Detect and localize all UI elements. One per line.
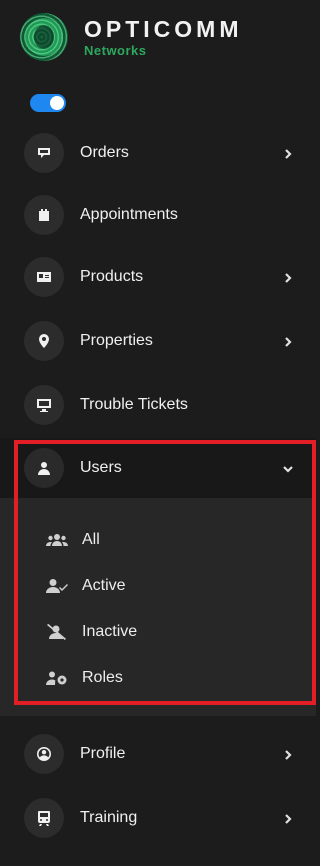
user-slash-icon bbox=[46, 623, 68, 640]
sidebar-nav: OPTICOMM Networks Orders Appointments Pr… bbox=[0, 0, 316, 866]
submenu-item-inactive[interactable]: Inactive bbox=[0, 610, 316, 654]
sidebar-item-label: Users bbox=[80, 459, 122, 476]
chevron-right-icon bbox=[282, 748, 294, 760]
id-card-icon bbox=[24, 257, 64, 297]
opticomm-logo-icon bbox=[20, 13, 68, 61]
users-group-icon bbox=[46, 532, 68, 548]
map-pin-icon bbox=[24, 321, 64, 361]
calendar-icon bbox=[24, 195, 64, 235]
user-circle-icon bbox=[24, 734, 64, 774]
sidebar-item-label: Products bbox=[80, 268, 144, 285]
sidebar-item-label: Trouble Tickets bbox=[80, 396, 188, 413]
user-check-icon bbox=[46, 578, 68, 594]
sidebar-item-orders[interactable]: Orders bbox=[0, 121, 316, 185]
sidebar-item-products[interactable]: Products bbox=[0, 245, 316, 309]
orders-icon bbox=[24, 133, 64, 173]
submenu-item-label: Roles bbox=[82, 669, 123, 686]
sidebar-item-label: Training bbox=[80, 809, 138, 826]
sidebar-item-trouble-tickets[interactable]: Trouble Tickets bbox=[0, 373, 316, 437]
sidebar-item-profile[interactable]: Profile bbox=[0, 722, 316, 786]
submenu-item-active[interactable]: Active bbox=[0, 564, 316, 608]
sidebar-item-users[interactable]: Users bbox=[0, 438, 316, 498]
users-submenu: All Active Inactive Roles bbox=[0, 498, 316, 716]
user-cog-icon bbox=[46, 670, 68, 686]
chevron-down-icon bbox=[282, 462, 294, 474]
sidebar-item-label: Appointments bbox=[80, 206, 178, 223]
logo[interactable]: OPTICOMM Networks bbox=[20, 12, 243, 62]
chevron-right-icon bbox=[282, 812, 294, 824]
sidebar-toggle[interactable] bbox=[30, 94, 66, 112]
submenu-item-all[interactable]: All bbox=[0, 518, 316, 562]
chevron-right-icon bbox=[282, 271, 294, 283]
submenu-item-label: Inactive bbox=[82, 623, 138, 640]
submenu-item-roles[interactable]: Roles bbox=[0, 656, 316, 700]
sidebar-item-label: Properties bbox=[80, 332, 153, 349]
sidebar-item-label: Profile bbox=[80, 745, 126, 762]
sidebar-item-label: Orders bbox=[80, 144, 129, 161]
logo-subtitle: Networks bbox=[84, 42, 147, 58]
sidebar-item-appointments[interactable]: Appointments bbox=[0, 183, 316, 247]
sidebar-item-training[interactable]: Training bbox=[0, 786, 316, 850]
train-icon bbox=[24, 798, 64, 838]
submenu-item-label: Active bbox=[82, 577, 126, 594]
user-icon bbox=[24, 448, 64, 488]
monitor-icon bbox=[24, 385, 64, 425]
chevron-right-icon bbox=[282, 335, 294, 347]
toggle-knob bbox=[50, 96, 64, 110]
sidebar-item-properties[interactable]: Properties bbox=[0, 309, 316, 373]
submenu-item-label: All bbox=[82, 531, 100, 548]
logo-title: OPTICOMM bbox=[84, 15, 243, 42]
chevron-right-icon bbox=[282, 147, 294, 159]
